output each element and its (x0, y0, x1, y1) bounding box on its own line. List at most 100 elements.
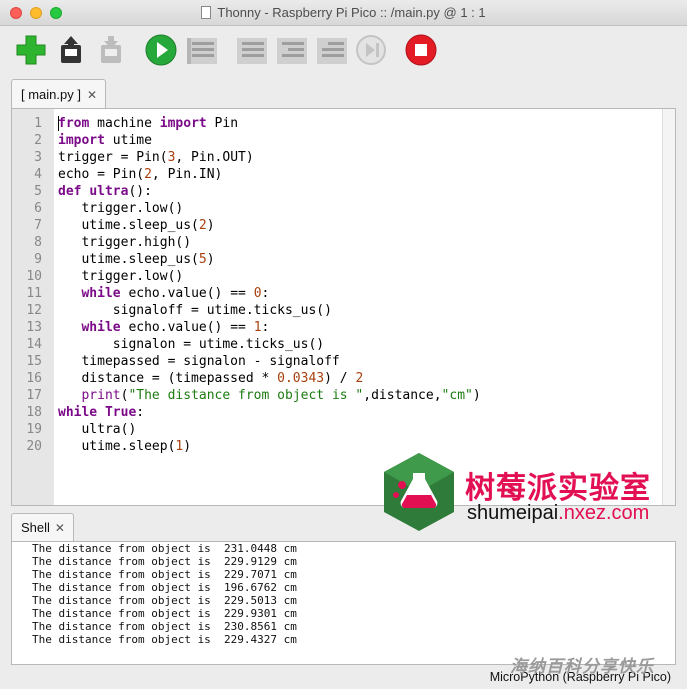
code-line[interactable]: 15 timepassed = signalon - signaloff (12, 353, 481, 370)
code-token: utime (104, 133, 152, 148)
code-token: while (58, 405, 98, 420)
code-line[interactable]: 13 while echo.value() == 1: (12, 319, 481, 336)
resume-button[interactable] (354, 33, 388, 67)
editor-scrollbar[interactable] (662, 109, 675, 505)
shell-panel[interactable]: The distance from object is 231.0448 cm T… (11, 541, 676, 665)
code-token: utime.sleep( (58, 439, 176, 454)
code-line[interactable]: 19 ultra() (12, 421, 481, 438)
code-token: 0.0343 (277, 371, 325, 386)
shell-output-line: The distance from object is 229.7071 cm (32, 568, 297, 581)
flask-logo-icon (384, 453, 454, 531)
code-token: signaloff = utime.ticks_us() (58, 303, 332, 318)
line-number: 9 (34, 252, 42, 267)
step-over-button[interactable] (234, 33, 268, 67)
run-button[interactable] (144, 33, 178, 67)
line-number: 11 (26, 286, 42, 301)
code-line[interactable]: 14 signalon = utime.ticks_us() (12, 336, 481, 353)
step-over-icon (237, 38, 267, 64)
load-button[interactable] (54, 33, 88, 67)
code-token: trigger = Pin( (58, 150, 168, 165)
text-cursor (58, 116, 59, 131)
code-line[interactable]: 12 signaloff = utime.ticks_us() (12, 302, 481, 319)
code-line[interactable]: 5 def ultra(): (12, 183, 481, 200)
code-token: 0 (253, 286, 262, 301)
debug-button[interactable] (184, 33, 218, 67)
tab-main-py[interactable]: [ main.py ] ✕ (11, 79, 107, 109)
document-icon (201, 6, 212, 19)
close-shell-icon[interactable]: ✕ (55, 521, 65, 535)
shell-output-line: The distance from object is 196.6762 cm (32, 581, 297, 594)
shell-output-line: The distance from object is 229.9301 cm (32, 607, 297, 620)
code-editor[interactable]: 1 from machine import Pin 2 import utime 3 tr… (11, 108, 676, 506)
step-out-button[interactable] (314, 33, 348, 67)
tab-label: [ main.py ] (21, 87, 81, 102)
new-file-button[interactable] (14, 33, 48, 67)
line-number: 4 (34, 167, 42, 182)
line-number: 20 (26, 439, 42, 454)
line-number: 6 (34, 201, 42, 216)
code-token: ) (183, 439, 192, 454)
code-token: "cm" (441, 388, 473, 403)
code-token: "The distance from object is " (128, 388, 364, 403)
window-title-text: Thonny - Raspberry Pi Pico :: /main.py @… (217, 5, 486, 20)
shell-tab-label: Shell (21, 520, 50, 535)
step-into-icon (277, 38, 307, 64)
step-out-icon (317, 38, 347, 64)
line-number: 2 (34, 133, 42, 148)
toolbar (0, 27, 687, 73)
code-token: , Pin.IN) (151, 167, 223, 182)
code-token: machine (89, 116, 160, 131)
code-line[interactable]: 10 trigger.low() (12, 268, 481, 285)
run-icon (145, 34, 177, 66)
code-token: ultra (89, 184, 129, 199)
line-number: 17 (26, 388, 42, 403)
code-token: 5 (198, 252, 207, 267)
code-line[interactable]: 7 utime.sleep_us(2) (12, 217, 481, 234)
debug-icon (187, 38, 217, 64)
code-line[interactable]: 9 utime.sleep_us(5) (12, 251, 481, 268)
code-token: def (58, 184, 82, 199)
code-token: : (261, 286, 270, 301)
line-number: 3 (34, 150, 42, 165)
code-token: ultra() (58, 422, 137, 437)
code-token: utime.sleep_us( (58, 252, 199, 267)
code-token: timepassed = signalon - signaloff (58, 354, 340, 369)
step-into-button[interactable] (274, 33, 308, 67)
code-line[interactable]: 17 print("The distance from object is ",… (12, 387, 480, 404)
editor-tab-bar: [ main.py ] ✕ (11, 79, 687, 109)
line-number: 7 (34, 218, 42, 233)
line-number: 10 (26, 269, 42, 284)
code-line[interactable]: 1 from machine import Pin (12, 115, 481, 132)
stop-button[interactable] (404, 33, 438, 67)
code-token: : (136, 405, 145, 420)
code-token: trigger.low() (58, 269, 184, 284)
line-number: 12 (26, 303, 42, 318)
code-line[interactable]: 18 while True: (12, 404, 481, 421)
line-number: 13 (26, 320, 42, 335)
shell-output-line: The distance from object is 229.5013 cm (32, 594, 297, 607)
code-line[interactable]: 6 trigger.low() (12, 200, 481, 217)
code-line[interactable]: 16 distance = (timepassed * 0.0343) / 2 (12, 370, 481, 387)
save-button[interactable] (94, 33, 128, 67)
close-tab-icon[interactable]: ✕ (87, 88, 97, 102)
code-line[interactable]: 11 while echo.value() == 0: (12, 285, 481, 302)
code-token: ) (206, 252, 215, 267)
code-line[interactable]: 3 trigger = Pin(3, Pin.OUT) (12, 149, 481, 166)
shell-output: The distance from object is 231.0448 cm T… (32, 542, 297, 646)
code-token: echo.value() == (120, 320, 254, 335)
code-token: ) (206, 218, 215, 233)
code-token: echo = Pin( (58, 167, 145, 182)
resume-icon (356, 35, 386, 65)
code-line[interactable]: 2 import utime (12, 132, 481, 149)
code-line[interactable]: 8 trigger.high() (12, 234, 481, 251)
watermark-url-prefix: shumeipai (467, 502, 559, 524)
code-line[interactable]: 4 echo = Pin(2, Pin.IN) (12, 166, 481, 183)
shell-output-line: The distance from object is 229.9129 cm (32, 555, 297, 568)
watermark-url: shumeipai.nxez.com (467, 502, 649, 525)
tab-shell[interactable]: Shell ✕ (11, 513, 74, 541)
code-area[interactable]: 1 from machine import Pin 2 import utime 3 tr… (12, 115, 481, 455)
code-token: ) / (324, 371, 356, 386)
